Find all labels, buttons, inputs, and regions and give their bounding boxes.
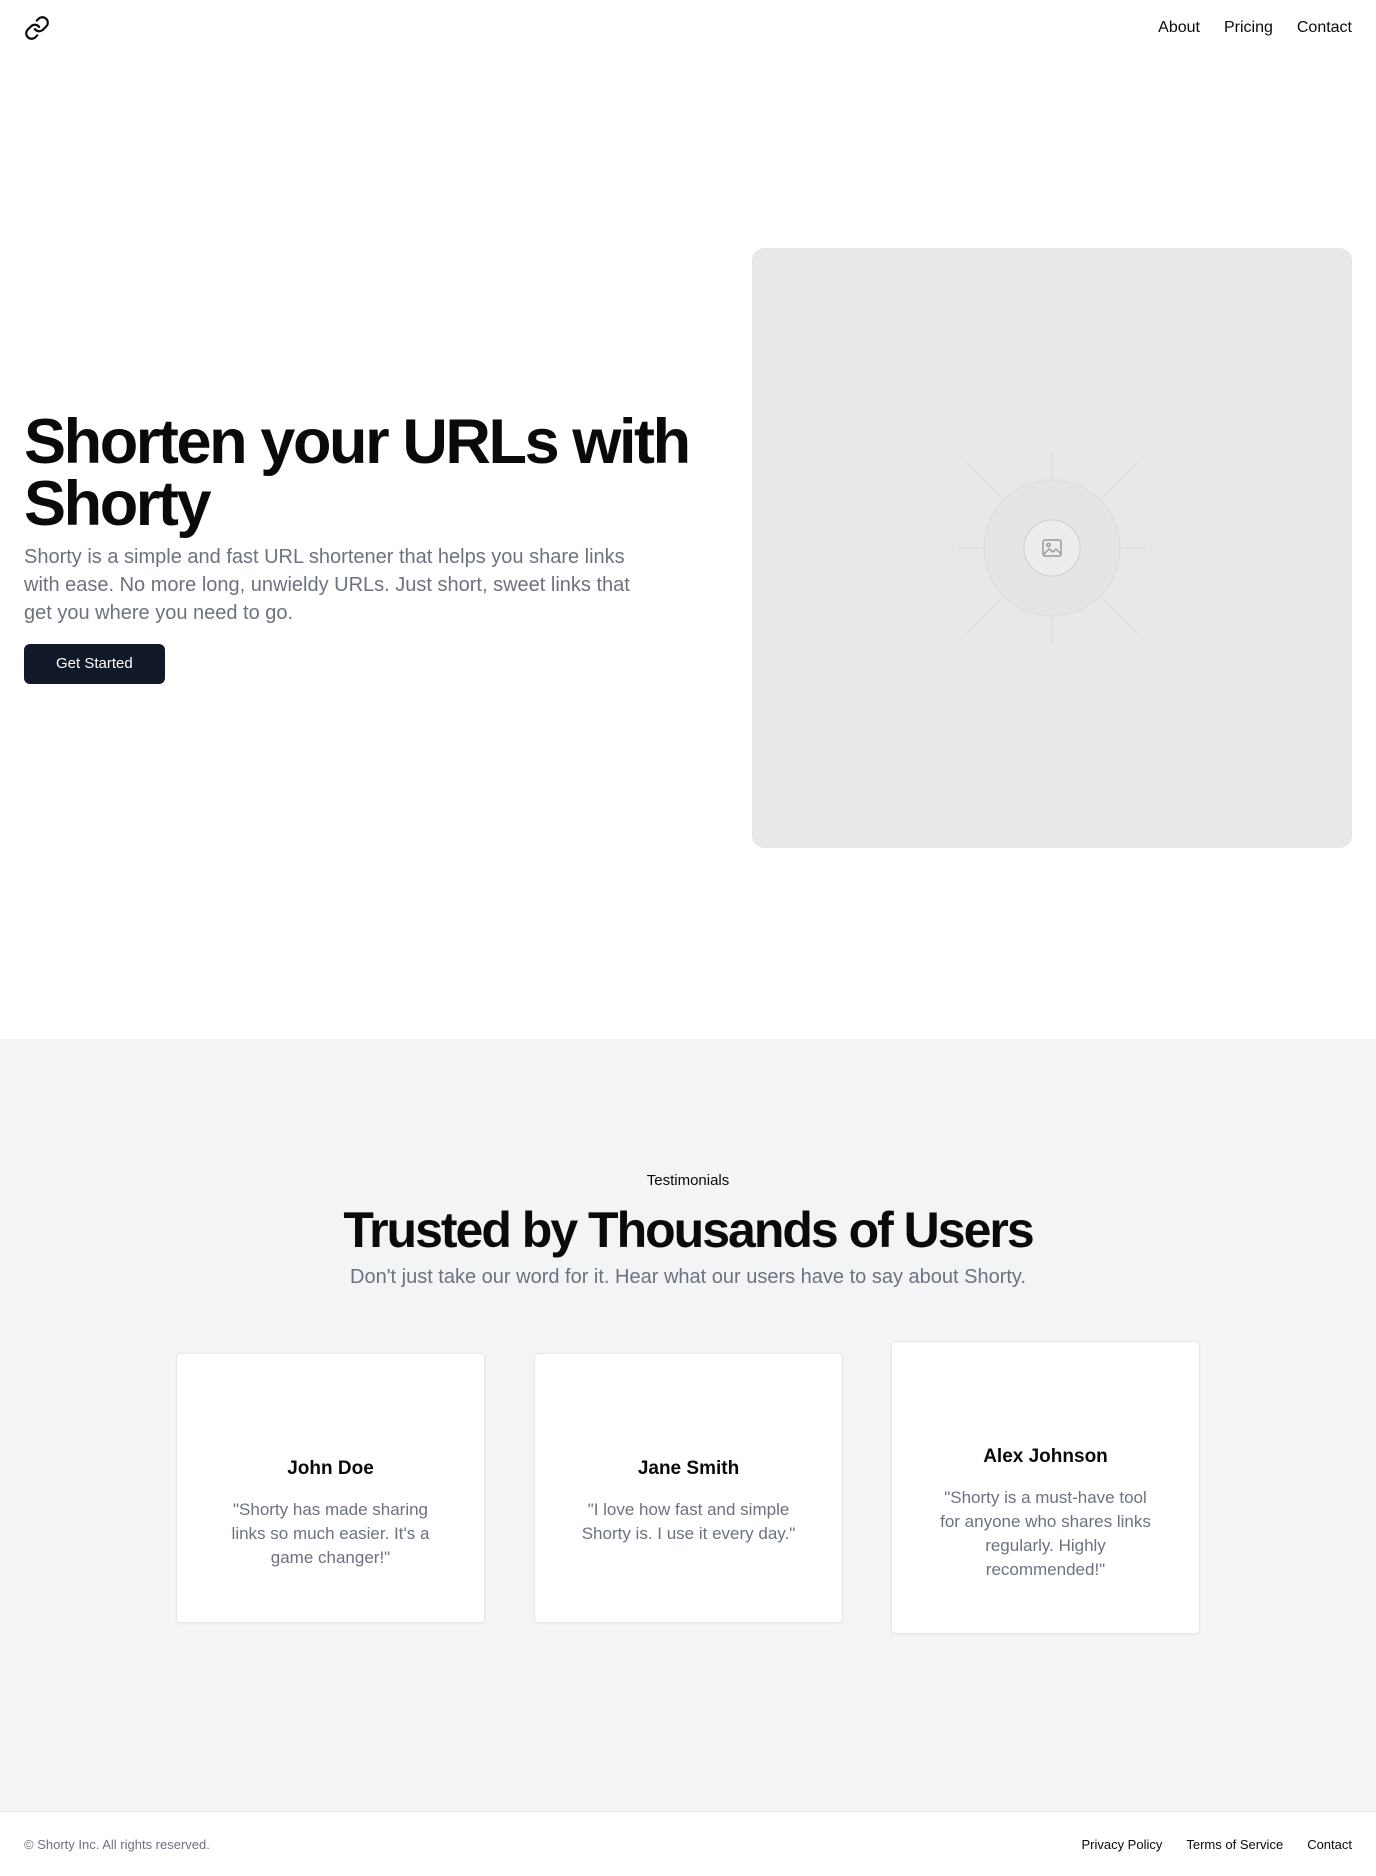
main-nav: About Pricing Contact	[1158, 19, 1352, 37]
link-icon	[25, 16, 49, 40]
testimonials-title: Trusted by Thousands of Users	[343, 1202, 1034, 1258]
footer-link-contact[interactable]: Contact	[1307, 1837, 1352, 1852]
site-header: About Pricing Contact	[0, 0, 1376, 56]
nav-about[interactable]: About	[1158, 19, 1200, 37]
hero-section: Shorten your URLs with Shorty Shorty is …	[0, 56, 1376, 1039]
footer-link-privacy[interactable]: Privacy Policy	[1081, 1837, 1162, 1852]
hero-title: Shorten your URLs with Shorty	[24, 411, 704, 536]
hero-image-placeholder	[752, 248, 1352, 848]
testimonial-name: Jane Smith	[637, 1458, 740, 1479]
nav-contact[interactable]: Contact	[1297, 19, 1352, 37]
hero-title-line2: Shorty	[24, 469, 212, 539]
testimonials-subtitle: Don't just take our word for it. Hear wh…	[350, 1266, 1026, 1288]
hero-content: Shorten your URLs with Shorty Shorty is …	[24, 411, 704, 684]
footer-link-terms[interactable]: Terms of Service	[1186, 1837, 1283, 1852]
site-footer: © Shorty Inc. All rights reserved. Priva…	[0, 1811, 1376, 1876]
nav-pricing[interactable]: Pricing	[1224, 19, 1273, 37]
image-placeholder-icon	[957, 453, 1147, 643]
footer-copyright: © Shorty Inc. All rights reserved.	[24, 1836, 210, 1852]
get-started-button[interactable]: Get Started	[24, 644, 165, 684]
testimonial-card: Jane Smith "I love how fast and simple S…	[534, 1353, 843, 1623]
testimonial-quote: "Shorty has made sharing links so much e…	[231, 1500, 430, 1567]
testimonial-name: John Doe	[287, 1458, 374, 1479]
hero-description: Shorty is a simple and fast URL shortene…	[24, 546, 630, 624]
logo-link[interactable]	[24, 15, 50, 41]
testimonial-name: Alex Johnson	[983, 1446, 1108, 1467]
testimonial-card: John Doe "Shorty has made sharing links …	[176, 1353, 485, 1623]
hero-title-line1: Shorten your URLs with	[24, 407, 691, 477]
testimonials-eyebrow: Testimonials	[646, 1172, 730, 1189]
testimonial-card: Alex Johnson "Shorty is a must-have tool…	[891, 1341, 1200, 1634]
testimonial-quote: "Shorty is a must-have tool for anyone w…	[940, 1488, 1151, 1579]
footer-nav: Privacy Policy Terms of Service Contact	[1081, 1837, 1352, 1852]
testimonials-section: Testimonials Trusted by Thousands of Use…	[0, 1039, 1376, 1811]
testimonial-quote: "I love how fast and simple Shorty is. I…	[581, 1500, 796, 1543]
